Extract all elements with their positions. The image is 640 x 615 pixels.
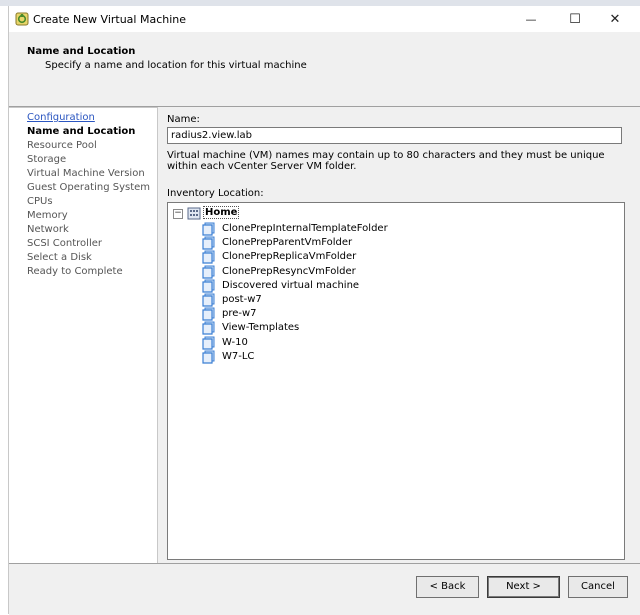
step-navigation: Configuration Name and Location Resource… — [9, 107, 158, 564]
folder-icon — [202, 350, 215, 364]
collapse-toggle-icon[interactable]: − — [173, 209, 183, 219]
nav-step-ready: Ready to Complete — [27, 266, 123, 277]
step-content: Name: Virtual machine (VM) names may con… — [158, 107, 640, 563]
title-bar: Create New Virtual Machine — ☐ ✕ — [9, 6, 640, 32]
close-icon: ✕ — [609, 11, 621, 27]
folder-icon — [202, 236, 215, 250]
vm-name-input[interactable] — [167, 127, 622, 144]
nav-step-memory: Memory — [27, 210, 68, 221]
nav-step-cpus: CPUs — [27, 196, 53, 207]
folder-icon — [202, 250, 215, 264]
tree-folder-label: post-w7 — [222, 294, 262, 305]
window-title: Create New Virtual Machine — [33, 13, 187, 26]
tree-folder-label: W7-LC — [222, 350, 255, 362]
close-button[interactable]: ✕ — [605, 10, 625, 28]
back-button[interactable]: < Back — [416, 576, 479, 598]
tree-folder-label: ClonePrepResyncVmFolder — [222, 265, 356, 277]
folder-icon — [202, 265, 215, 279]
nav-step-resource-pool: Resource Pool — [27, 140, 97, 151]
minimize-icon: — — [525, 12, 537, 26]
step-title: Name and Location — [27, 46, 136, 57]
tree-folder-label: View-Templates — [222, 322, 300, 334]
nav-step-select-disk: Select a Disk — [27, 252, 92, 263]
folder-icon — [202, 336, 215, 350]
datacenter-icon — [187, 207, 201, 220]
tree-folder-label: pre-w7 — [222, 308, 257, 320]
wizard-footer: < Back Next > Cancel — [9, 563, 640, 615]
step-subtitle: Specify a name and location for this vir… — [45, 60, 307, 71]
tree-folder-label: W-10 — [222, 336, 248, 348]
cancel-button[interactable]: Cancel — [568, 576, 628, 598]
tree-folder-label: Discovered virtual machine — [222, 279, 360, 291]
tree-root-home[interactable]: Home — [203, 206, 240, 219]
nav-step-name-and-location: Name and Location — [27, 126, 136, 137]
folder-icon — [202, 321, 215, 335]
background-window-edge — [0, 6, 8, 126]
wizard-header: Name and Location Specify a name and loc… — [9, 32, 640, 107]
nav-step-vm-version: Virtual Machine Version — [27, 168, 145, 179]
wizard-body: Configuration Name and Location Resource… — [9, 107, 640, 564]
folder-icon — [202, 279, 215, 293]
name-help-text: Virtual machine (VM) names may contain u… — [167, 150, 605, 172]
nav-step-storage: Storage — [27, 154, 67, 165]
tree-folder-label: ClonePrepParentVmFolder — [222, 237, 353, 249]
nav-step-scsi-controller: SCSI Controller — [27, 238, 102, 249]
nav-step-configuration[interactable]: Configuration — [27, 112, 95, 123]
inventory-location-label: Inventory Location: — [167, 188, 264, 199]
folder-icon — [202, 307, 215, 321]
name-label: Name: — [167, 114, 200, 125]
nav-step-guest-os: Guest Operating System — [27, 182, 151, 193]
tree-folder-label: ClonePrepInternalTemplateFolder — [222, 223, 388, 234]
inventory-tree[interactable]: − Home ClonePrepInternalTemplateFolder Cl… — [167, 202, 625, 560]
wizard-window: Create New Virtual Machine — ☐ ✕ Name an… — [8, 6, 640, 615]
maximize-button[interactable]: ☐ — [565, 10, 585, 28]
nav-step-network: Network — [27, 224, 69, 235]
next-button[interactable]: Next > — [487, 576, 560, 598]
vm-wizard-icon — [15, 12, 29, 26]
minimize-button[interactable]: — — [521, 10, 541, 28]
folder-icon — [202, 222, 215, 236]
folder-icon — [202, 293, 215, 307]
tree-folder-label: ClonePrepReplicaVmFolder — [222, 251, 357, 263]
maximize-icon: ☐ — [569, 11, 581, 27]
